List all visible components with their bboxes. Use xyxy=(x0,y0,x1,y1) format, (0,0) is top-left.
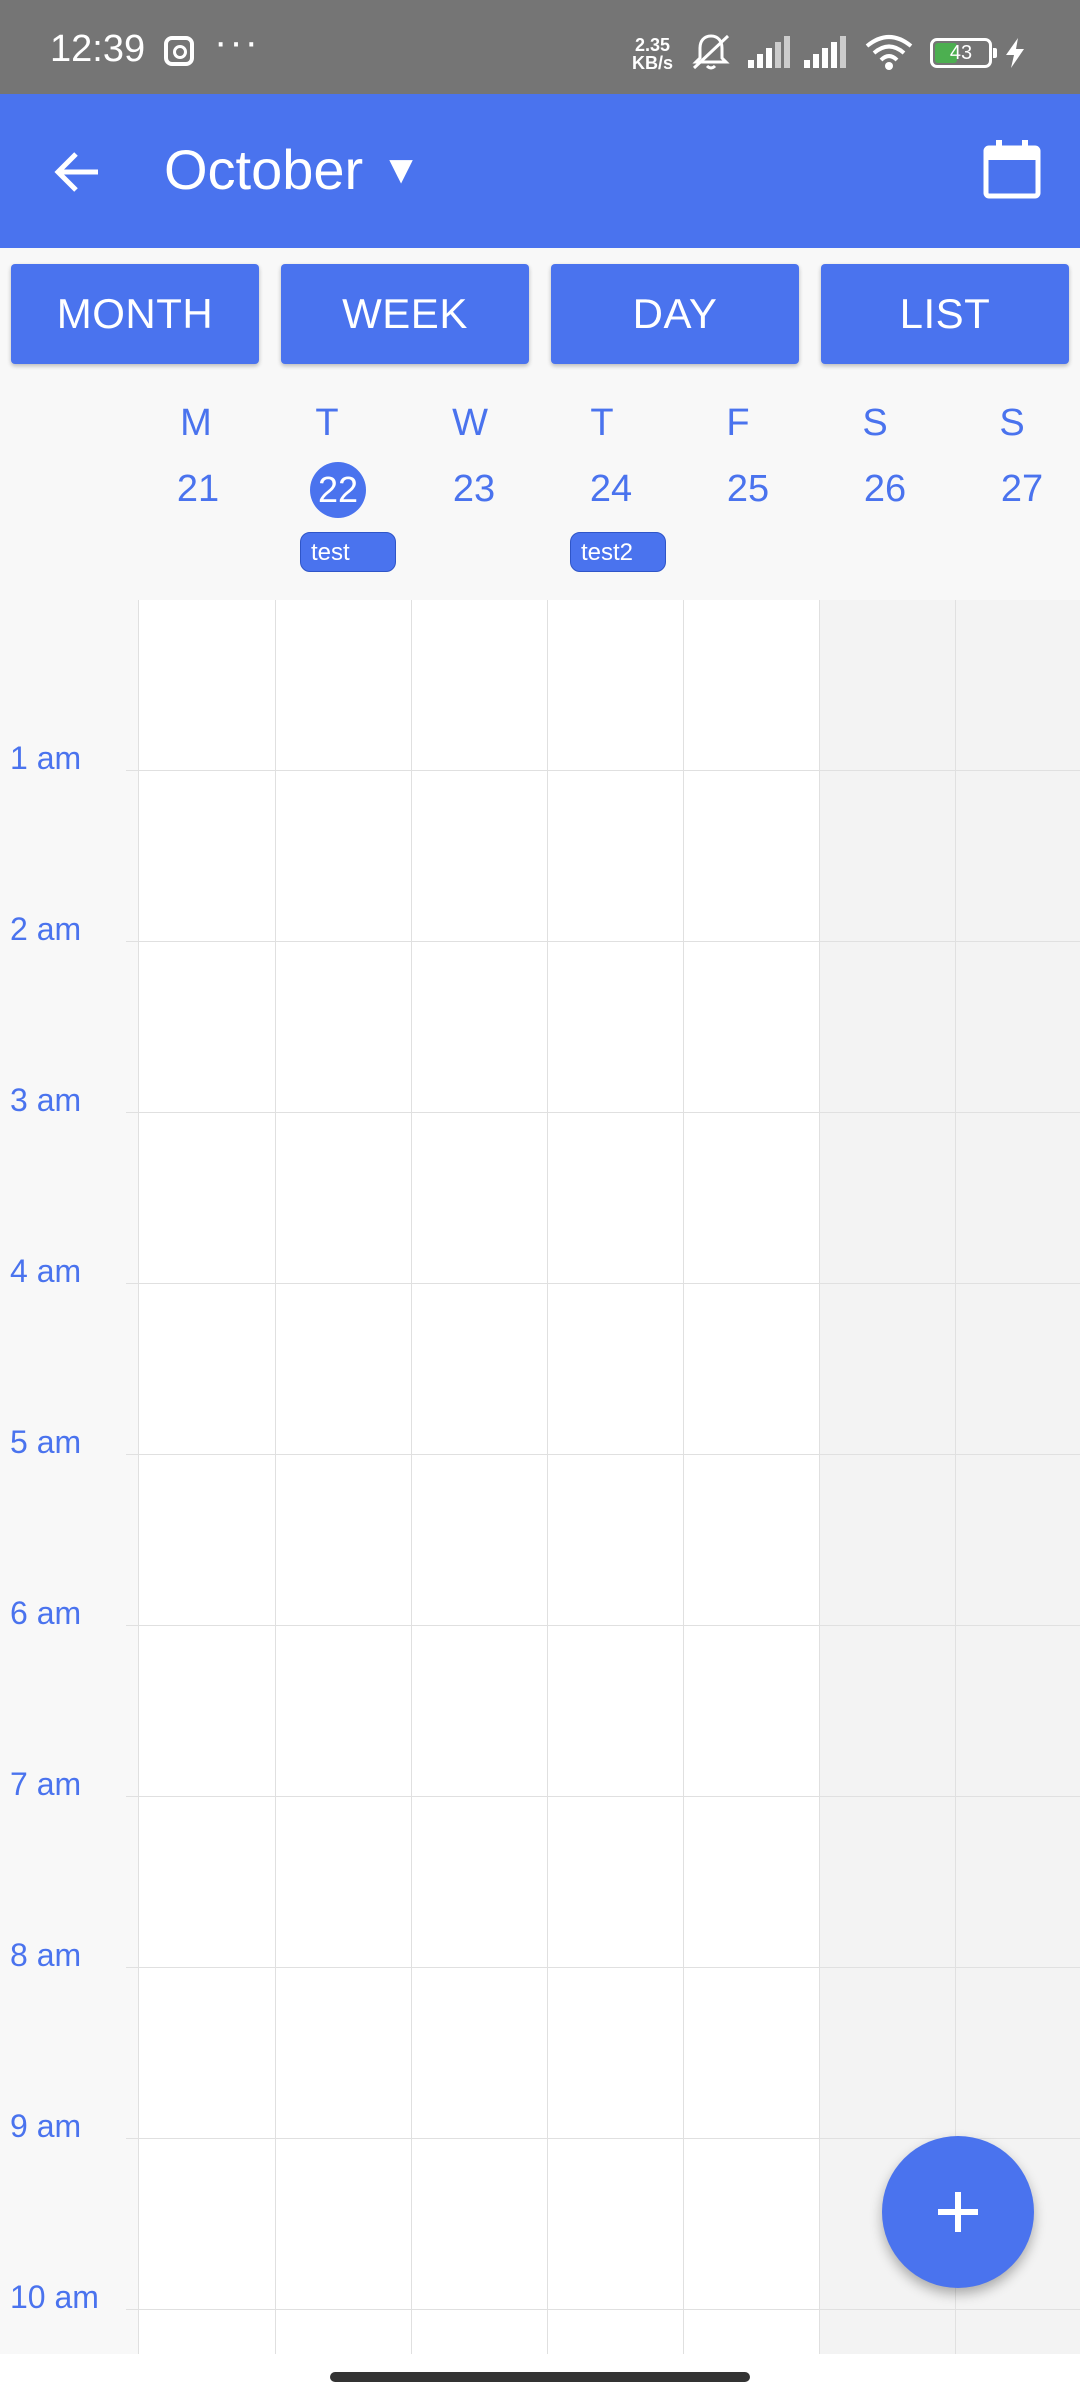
plus-icon xyxy=(938,2192,978,2232)
day-of-week-label: T xyxy=(315,402,339,444)
status-time: 12:39 xyxy=(50,28,146,70)
hour-line xyxy=(126,1283,1080,1284)
add-event-button[interactable] xyxy=(882,2136,1034,2288)
hour-line xyxy=(126,1967,1080,1968)
date-number-today[interactable]: 22 xyxy=(310,462,366,518)
mute-bell-icon xyxy=(692,34,730,70)
hour-line xyxy=(126,1454,1080,1455)
hour-label: 3 am xyxy=(10,1082,82,1118)
date-number[interactable]: 27 xyxy=(982,468,1062,511)
hour-label: 5 am xyxy=(10,1424,82,1460)
date-number[interactable]: 26 xyxy=(845,468,925,511)
network-speed: 2.35 KB/s xyxy=(632,36,673,72)
wifi-icon xyxy=(865,35,913,70)
date-number[interactable]: 23 xyxy=(434,468,514,511)
instagram-icon xyxy=(164,36,194,66)
day-column[interactable] xyxy=(547,600,683,2354)
signal-icon xyxy=(804,36,846,68)
hour-line xyxy=(126,941,1080,942)
date-number[interactable]: 24 xyxy=(571,468,651,511)
charging-icon xyxy=(1006,38,1024,68)
day-column[interactable] xyxy=(138,600,275,2354)
battery-icon: 43 xyxy=(930,38,997,68)
hour-label: 4 am xyxy=(10,1253,82,1289)
hour-label: 6 am xyxy=(10,1595,82,1631)
day-of-week-label: F xyxy=(726,402,750,444)
network-speed-value: 2.35 xyxy=(634,35,671,55)
hour-label: 1 am xyxy=(10,740,82,776)
day-column[interactable] xyxy=(683,600,819,2354)
more-icon: ··· xyxy=(214,20,260,64)
battery-percent: 43 xyxy=(949,42,973,64)
month-view-button[interactable]: MONTH xyxy=(11,264,259,364)
hour-line xyxy=(126,1625,1080,1626)
date-number[interactable]: 21 xyxy=(158,468,238,511)
day-view-button[interactable]: DAY xyxy=(551,264,799,364)
day-of-week-label: M xyxy=(180,402,212,444)
date-number[interactable]: 25 xyxy=(708,468,788,511)
signal-icon xyxy=(748,36,790,68)
hour-line xyxy=(126,770,1080,771)
event-chip[interactable]: test2 xyxy=(570,532,666,572)
network-speed-unit: KB/s xyxy=(632,53,674,73)
month-selector[interactable]: October ▼ xyxy=(164,138,421,202)
time-grid: 1 am 2 am 3 am 4 am 5 am 6 am 7 am 8 am … xyxy=(0,600,1080,2354)
day-of-week-label: W xyxy=(452,402,488,444)
calendar-icon[interactable] xyxy=(982,138,1042,200)
month-title: October xyxy=(164,138,364,201)
day-of-week-label: S xyxy=(862,402,888,444)
day-of-week-label: S xyxy=(999,402,1025,444)
day-of-week-label: T xyxy=(590,402,614,444)
hour-label: 7 am xyxy=(10,1766,82,1802)
status-bar: 12:39 ··· 2.35 KB/s 43 xyxy=(0,0,1080,94)
list-view-button[interactable]: LIST xyxy=(821,264,1069,364)
home-indicator[interactable] xyxy=(330,2372,750,2382)
hour-label: 9 am xyxy=(10,2108,82,2144)
day-column[interactable] xyxy=(411,600,547,2354)
day-column-weekend[interactable] xyxy=(955,600,1080,2354)
hour-line xyxy=(126,1796,1080,1797)
calendar-screen: 12:39 ··· 2.35 KB/s 43 October ▼ MONTH W… xyxy=(0,0,1080,2400)
event-chip[interactable]: test xyxy=(300,532,396,572)
hour-label: 8 am xyxy=(10,1937,82,1973)
dropdown-caret-icon: ▼ xyxy=(381,148,421,192)
hour-label: 10 am xyxy=(10,2279,99,2315)
arrow-left-icon[interactable] xyxy=(50,144,106,200)
app-bar: October ▼ xyxy=(0,94,1080,248)
hour-line xyxy=(126,1112,1080,1113)
day-column[interactable] xyxy=(275,600,411,2354)
hour-label: 2 am xyxy=(10,911,82,947)
week-view-button[interactable]: WEEK xyxy=(281,264,529,364)
day-column-weekend[interactable] xyxy=(819,600,955,2354)
hour-line xyxy=(126,2309,1080,2310)
week-header: M T W T F S S 21 22 23 24 25 26 27 test … xyxy=(0,380,1080,600)
